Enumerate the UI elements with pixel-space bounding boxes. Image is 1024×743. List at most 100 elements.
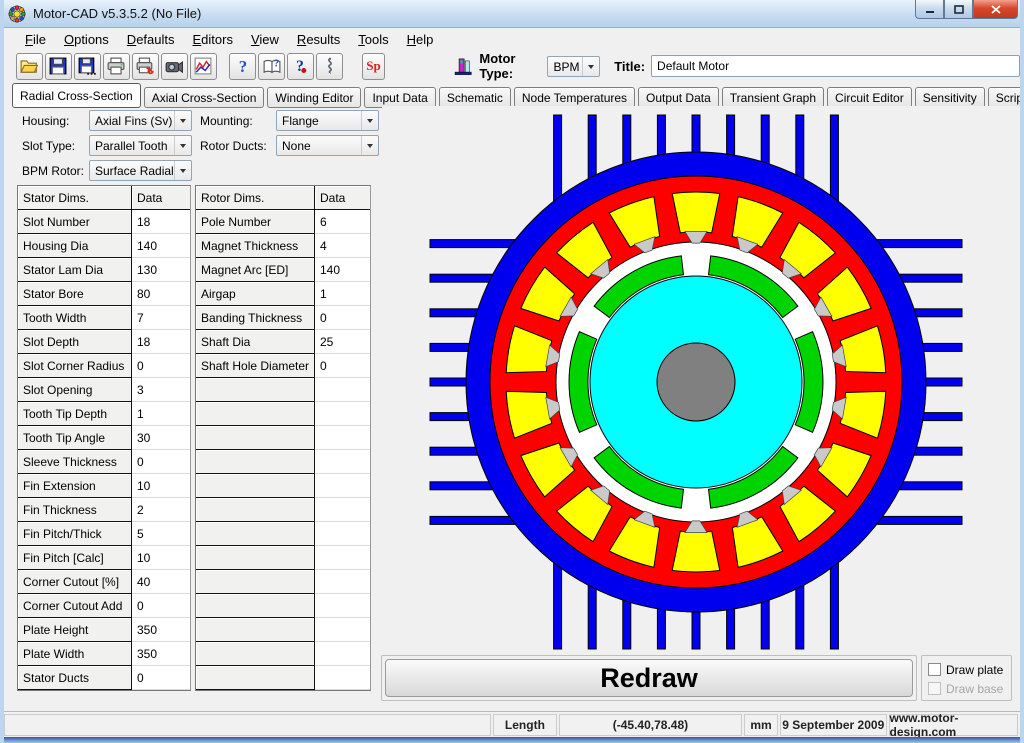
- cell-value[interactable]: 0: [132, 354, 190, 378]
- tab-node-temperatures[interactable]: Node Temperatures: [514, 87, 635, 108]
- row-label: [196, 522, 315, 546]
- menu-tools[interactable]: Tools: [349, 30, 397, 49]
- table-row: [196, 546, 370, 570]
- row-label: [196, 474, 315, 498]
- print-setup-button[interactable]: [132, 53, 159, 80]
- menu-help[interactable]: Help: [398, 30, 443, 49]
- cell-value[interactable]: 0: [315, 354, 370, 378]
- tab-axial-cross-section[interactable]: Axial Cross-Section: [144, 87, 265, 108]
- cell-value[interactable]: 130: [132, 258, 190, 282]
- row-label: Shaft Hole Diameter: [196, 354, 315, 378]
- tab-input-data[interactable]: Input Data: [364, 87, 435, 108]
- cell-value[interactable]: 1: [132, 402, 190, 426]
- cell-value[interactable]: 18: [132, 330, 190, 354]
- rotor-ducts-select[interactable]: None: [276, 135, 379, 156]
- graph-button[interactable]: [190, 53, 217, 80]
- draw-plate-checkbox[interactable]: [928, 663, 941, 676]
- cell-value[interactable]: 25: [315, 330, 370, 354]
- menu-editors[interactable]: Editors: [184, 30, 242, 49]
- cell-value[interactable]: 10: [132, 474, 190, 498]
- table-row: [196, 474, 370, 498]
- row-label: Sleeve Thickness: [18, 450, 132, 474]
- tab-scripting[interactable]: Scripting: [988, 87, 1024, 108]
- tab-schematic[interactable]: Schematic: [439, 87, 511, 108]
- table-row: [196, 522, 370, 546]
- save-button[interactable]: [45, 53, 72, 80]
- cell-value[interactable]: 350: [132, 618, 190, 642]
- row-label: Tooth Tip Angle: [18, 426, 132, 450]
- close-button[interactable]: [973, 0, 1018, 19]
- table-header-row: Rotor Dims.Data: [196, 186, 370, 210]
- menu-file[interactable]: File: [16, 30, 55, 49]
- sp-button[interactable]: Sp: [362, 53, 385, 80]
- minimize-button[interactable]: [915, 0, 944, 19]
- row-label: Slot Opening: [18, 378, 132, 402]
- cell-value[interactable]: 0: [132, 594, 190, 618]
- open-file-icon: [20, 57, 38, 75]
- redraw-button[interactable]: Redraw: [385, 659, 913, 697]
- title-input[interactable]: [651, 55, 1020, 77]
- draw-plate-label: Draw plate: [946, 663, 1003, 677]
- cell-value[interactable]: 350: [132, 642, 190, 666]
- cell-value[interactable]: 0: [315, 306, 370, 330]
- cell-value[interactable]: 7: [132, 306, 190, 330]
- save-as-button[interactable]: [74, 53, 101, 80]
- menu-options[interactable]: Options: [55, 30, 118, 49]
- bpm-rotor-select[interactable]: Surface Radial: [89, 160, 192, 181]
- cell-value[interactable]: 0: [132, 666, 190, 690]
- help-button[interactable]: ?: [229, 53, 256, 80]
- cell-value: [315, 618, 370, 642]
- cell-value[interactable]: 6: [315, 210, 370, 234]
- cell-value[interactable]: 18: [132, 210, 190, 234]
- row-label: Tooth Width: [18, 306, 132, 330]
- cell-value[interactable]: 1: [315, 282, 370, 306]
- menu-view[interactable]: View: [242, 30, 288, 49]
- tab-output-data[interactable]: Output Data: [638, 87, 719, 108]
- tab-circuit-editor[interactable]: Circuit Editor: [827, 87, 912, 108]
- table-row: Stator Ducts0: [18, 666, 190, 690]
- cell-value[interactable]: 0: [132, 450, 190, 474]
- row-label: Stator Bore: [18, 282, 132, 306]
- row-label: [196, 378, 315, 402]
- maximize-button[interactable]: [944, 0, 973, 19]
- menu-results[interactable]: Results: [288, 30, 349, 49]
- tab-sensitivity[interactable]: Sensitivity: [915, 87, 985, 108]
- about-help-button[interactable]: ?: [287, 53, 314, 80]
- cell-value[interactable]: 10: [132, 546, 190, 570]
- cell-value[interactable]: 4: [315, 234, 370, 258]
- manual-help-button[interactable]: ?: [258, 53, 285, 80]
- cell-value[interactable]: 80: [132, 282, 190, 306]
- bpm-rotor-label: BPM Rotor:: [22, 164, 84, 178]
- status-coordinates: (-45.40,78.48): [559, 714, 742, 736]
- chevron-down-icon: [174, 111, 191, 130]
- slot-type-label: Slot Type:: [22, 139, 75, 153]
- open-file-button[interactable]: [16, 53, 43, 80]
- cell-value[interactable]: 5: [132, 522, 190, 546]
- cell-value[interactable]: 3: [132, 378, 190, 402]
- table-row: Corner Cutout Add0: [18, 594, 190, 618]
- print-button[interactable]: [103, 53, 130, 80]
- menu-defaults[interactable]: Defaults: [118, 30, 184, 49]
- cell-value[interactable]: 40: [132, 570, 190, 594]
- tab-transient-graph[interactable]: Transient Graph: [722, 87, 824, 108]
- cell-value[interactable]: 140: [132, 234, 190, 258]
- capture-button[interactable]: [161, 53, 188, 80]
- status-bar: Length(-45.40,78.48)mm9 September 2009ww…: [4, 711, 1020, 737]
- tab-winding-editor[interactable]: Winding Editor: [267, 87, 361, 108]
- table-row: [196, 402, 370, 426]
- cell-value: [315, 378, 370, 402]
- table-row: [196, 618, 370, 642]
- motor-info-button[interactable]: [316, 53, 343, 80]
- help-icon: ?: [234, 57, 252, 75]
- slot-type-select[interactable]: Parallel Tooth: [89, 135, 192, 156]
- tab-radial-cross-section[interactable]: Radial Cross-Section: [12, 83, 141, 108]
- row-label: Slot Depth: [18, 330, 132, 354]
- cell-value[interactable]: 140: [315, 258, 370, 282]
- mounting-select[interactable]: Flange: [276, 110, 379, 131]
- cell-value[interactable]: 2: [132, 498, 190, 522]
- table-row: [196, 450, 370, 474]
- motor-type-select[interactable]: BPM: [547, 56, 600, 77]
- cell-value[interactable]: 30: [132, 426, 190, 450]
- housing-select[interactable]: Axial Fins (Sv): [89, 110, 192, 131]
- table-row: Magnet Thickness4: [196, 234, 370, 258]
